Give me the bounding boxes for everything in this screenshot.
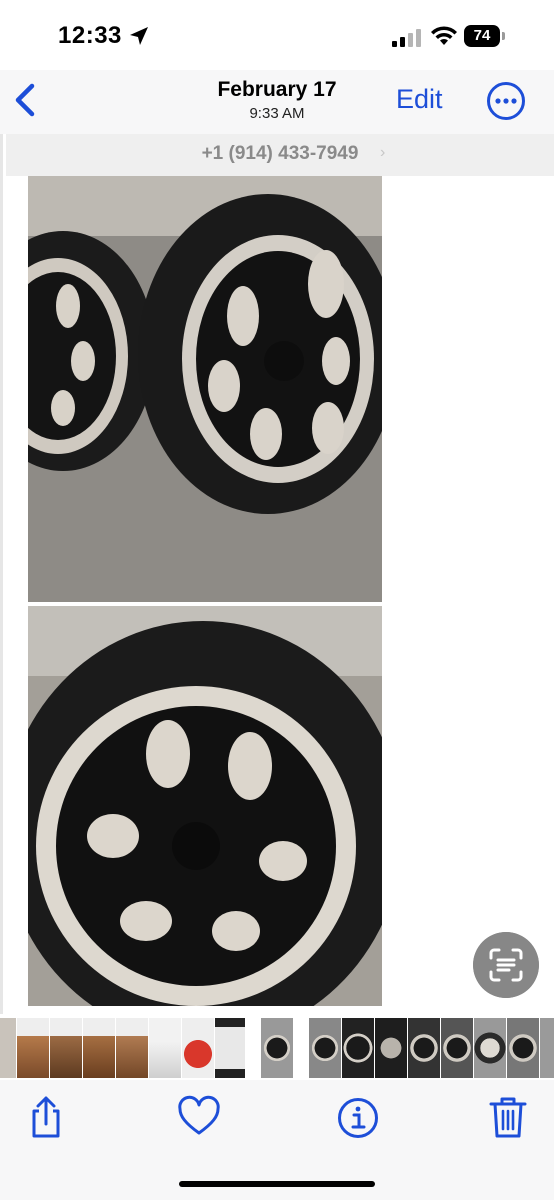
photo-date-title: February 17 bbox=[217, 78, 337, 101]
ellipsis-circle-icon[interactable] bbox=[486, 81, 526, 121]
chevron-right-icon: › bbox=[380, 144, 386, 161]
filmstrip-thumb[interactable] bbox=[408, 1018, 440, 1078]
wifi-icon bbox=[431, 26, 457, 45]
heart-icon[interactable] bbox=[177, 1094, 221, 1140]
battery-level: 74 bbox=[464, 25, 500, 47]
filmstrip-thumb[interactable] bbox=[342, 1018, 374, 1078]
filmstrip-thumb[interactable] bbox=[261, 1018, 293, 1078]
filmstrip-thumb[interactable] bbox=[0, 1018, 16, 1078]
trash-icon[interactable] bbox=[486, 1094, 530, 1140]
filmstrip-thumb[interactable] bbox=[507, 1018, 539, 1078]
filmstrip-thumb[interactable] bbox=[246, 1018, 260, 1078]
filmstrip-thumb[interactable] bbox=[83, 1018, 115, 1078]
filmstrip-thumb[interactable] bbox=[441, 1018, 473, 1078]
live-text-scan-icon[interactable] bbox=[473, 932, 539, 998]
filmstrip-thumb[interactable] bbox=[149, 1018, 181, 1078]
filmstrip-thumb[interactable] bbox=[309, 1018, 341, 1078]
photo-nav-bar: February 17 9:33 AM Edit bbox=[0, 70, 554, 134]
filmstrip-thumb[interactable] bbox=[50, 1018, 82, 1078]
cellular-signal-icon bbox=[392, 29, 421, 47]
filmstrip-thumb[interactable] bbox=[17, 1018, 49, 1078]
share-icon[interactable] bbox=[24, 1094, 68, 1140]
status-bar: 12:33 74 bbox=[0, 0, 554, 70]
location-arrow-icon bbox=[130, 27, 148, 45]
filmstrip-thumb-current[interactable] bbox=[215, 1018, 245, 1078]
battery-icon: 74 bbox=[464, 25, 506, 47]
wheel-photo-bottom bbox=[28, 606, 382, 1006]
info-icon[interactable] bbox=[336, 1094, 380, 1140]
photo-viewer[interactable]: +1 (914) 433-7949 › bbox=[0, 134, 554, 1014]
edit-button[interactable]: Edit bbox=[396, 84, 443, 115]
filmstrip-thumb[interactable] bbox=[540, 1018, 554, 1078]
status-time: 12:33 bbox=[58, 22, 122, 49]
filmstrip-thumb[interactable] bbox=[474, 1018, 506, 1078]
filmstrip-thumb[interactable] bbox=[116, 1018, 148, 1078]
screenshot-phone-header: +1 (914) 433-7949 › bbox=[6, 134, 554, 176]
phone-number-text: +1 (914) 433-7949 bbox=[201, 143, 359, 164]
photo-filmstrip[interactable] bbox=[0, 1016, 554, 1080]
filmstrip-thumb[interactable] bbox=[294, 1018, 308, 1078]
home-indicator[interactable] bbox=[179, 1181, 375, 1187]
filmstrip-thumb[interactable] bbox=[182, 1018, 214, 1078]
filmstrip-thumb[interactable] bbox=[375, 1018, 407, 1078]
wheel-photo-top bbox=[28, 176, 382, 602]
photo-time-subtitle: 9:33 AM bbox=[249, 105, 305, 122]
